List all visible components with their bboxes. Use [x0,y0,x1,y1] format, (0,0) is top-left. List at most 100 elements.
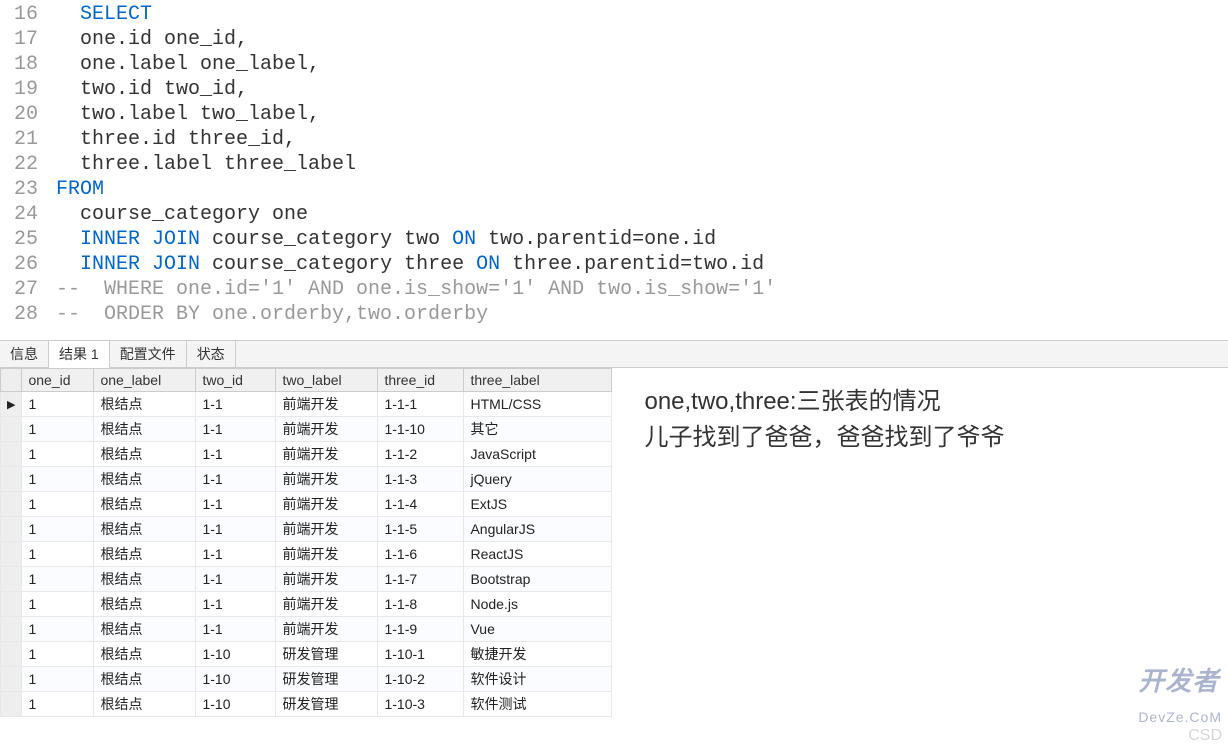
cell[interactable]: 前端开发 [276,567,378,592]
table-row[interactable]: 1根结点1-1前端开发1-1-3jQuery [1,467,612,492]
code-line[interactable]: 23FROM [0,177,1228,202]
cell[interactable]: 其它 [464,417,612,442]
cell[interactable]: Node.js [464,592,612,617]
cell[interactable]: 1-10-3 [378,692,464,717]
cell[interactable]: 研发管理 [276,692,378,717]
table-row[interactable]: 1根结点1-10研发管理1-10-3软件测试 [1,692,612,717]
cell[interactable]: 1 [22,542,94,567]
code-line[interactable]: 18 one.label one_label, [0,52,1228,77]
cell[interactable]: 1-1 [196,492,276,517]
cell[interactable]: 1-1 [196,592,276,617]
code-line[interactable]: 27-- WHERE one.id='1' AND one.is_show='1… [0,277,1228,302]
cell[interactable]: 1 [22,392,94,417]
cell[interactable]: 研发管理 [276,667,378,692]
cell[interactable]: 1-1 [196,392,276,417]
cell[interactable]: 前端开发 [276,542,378,567]
cell[interactable]: 1 [22,617,94,642]
cell[interactable]: jQuery [464,467,612,492]
cell[interactable]: 根结点 [94,617,196,642]
cell[interactable]: 前端开发 [276,592,378,617]
cell[interactable]: 1 [22,692,94,717]
cell[interactable]: JavaScript [464,442,612,467]
cell[interactable]: 根结点 [94,467,196,492]
cell[interactable]: 根结点 [94,392,196,417]
cell[interactable]: 1-10 [196,692,276,717]
table-row[interactable]: 1根结点1-1前端开发1-1-10其它 [1,417,612,442]
cell[interactable]: 1-1-3 [378,467,464,492]
cell[interactable]: 软件设计 [464,667,612,692]
cell[interactable]: 1 [22,442,94,467]
cell[interactable]: AngularJS [464,517,612,542]
cell[interactable]: 1-1-8 [378,592,464,617]
table-row[interactable]: 1根结点1-1前端开发1-1-8Node.js [1,592,612,617]
cell[interactable]: 1-10-1 [378,642,464,667]
cell[interactable]: 1 [22,567,94,592]
cell[interactable]: 1-1 [196,617,276,642]
table-row[interactable]: 1根结点1-10研发管理1-10-1敏捷开发 [1,642,612,667]
cell[interactable]: 前端开发 [276,617,378,642]
cell[interactable]: 1-1 [196,517,276,542]
cell[interactable]: 1-10 [196,667,276,692]
tab-3[interactable]: 状态 [187,341,236,367]
cell[interactable]: 1-10-2 [378,667,464,692]
cell[interactable]: 前端开发 [276,442,378,467]
code-line[interactable]: 16 SELECT [0,2,1228,27]
code-line[interactable]: 20 two.label two_label, [0,102,1228,127]
column-header[interactable]: one_label [94,369,196,392]
cell[interactable]: 1 [22,492,94,517]
column-header[interactable]: two_id [196,369,276,392]
cell[interactable]: 1-1-9 [378,617,464,642]
cell[interactable]: 1-1 [196,467,276,492]
cell[interactable]: Bootstrap [464,567,612,592]
cell[interactable]: 1 [22,592,94,617]
table-row[interactable]: ▶1根结点1-1前端开发1-1-1HTML/CSS [1,392,612,417]
cell[interactable]: 1 [22,517,94,542]
column-header[interactable]: three_label [464,369,612,392]
code-line[interactable]: 25 INNER JOIN course_category two ON two… [0,227,1228,252]
cell[interactable]: 1-10 [196,642,276,667]
cell[interactable]: ExtJS [464,492,612,517]
cell[interactable]: 根结点 [94,592,196,617]
cell[interactable]: 1-1 [196,542,276,567]
table-row[interactable]: 1根结点1-1前端开发1-1-9Vue [1,617,612,642]
tab-1[interactable]: 结果 1 [49,341,110,368]
cell[interactable]: 1-1-7 [378,567,464,592]
tab-2[interactable]: 配置文件 [110,341,187,367]
code-line[interactable]: 28-- ORDER BY one.orderby,two.orderby [0,302,1228,327]
table-row[interactable]: 1根结点1-1前端开发1-1-5AngularJS [1,517,612,542]
column-header[interactable]: three_id [378,369,464,392]
cell[interactable]: 1 [22,667,94,692]
cell[interactable]: 根结点 [94,642,196,667]
cell[interactable]: 1-1-6 [378,542,464,567]
cell[interactable]: ReactJS [464,542,612,567]
cell[interactable]: 1-1 [196,417,276,442]
code-line[interactable]: 21 three.id three_id, [0,127,1228,152]
cell[interactable]: 前端开发 [276,517,378,542]
cell[interactable]: 研发管理 [276,642,378,667]
cell[interactable]: 根结点 [94,667,196,692]
cell[interactable]: 前端开发 [276,392,378,417]
cell[interactable]: 根结点 [94,417,196,442]
tab-0[interactable]: 信息 [0,341,49,367]
cell[interactable]: 根结点 [94,542,196,567]
cell[interactable]: 根结点 [94,517,196,542]
code-line[interactable]: 19 two.id two_id, [0,77,1228,102]
cell[interactable]: 根结点 [94,442,196,467]
sql-editor[interactable]: 16 SELECT17 one.id one_id,18 one.label o… [0,0,1228,340]
cell[interactable]: 1-1-5 [378,517,464,542]
cell[interactable]: 根结点 [94,492,196,517]
cell[interactable]: 根结点 [94,692,196,717]
cell[interactable]: 根结点 [94,567,196,592]
cell[interactable]: 1 [22,467,94,492]
cell[interactable]: 1 [22,417,94,442]
cell[interactable]: 敏捷开发 [464,642,612,667]
table-row[interactable]: 1根结点1-1前端开发1-1-4ExtJS [1,492,612,517]
cell[interactable]: 1-1-2 [378,442,464,467]
table-row[interactable]: 1根结点1-1前端开发1-1-2JavaScript [1,442,612,467]
column-header[interactable]: two_label [276,369,378,392]
table-row[interactable]: 1根结点1-10研发管理1-10-2软件设计 [1,667,612,692]
code-line[interactable]: 17 one.id one_id, [0,27,1228,52]
cell[interactable]: 前端开发 [276,417,378,442]
cell[interactable]: 前端开发 [276,492,378,517]
cell[interactable]: 前端开发 [276,467,378,492]
